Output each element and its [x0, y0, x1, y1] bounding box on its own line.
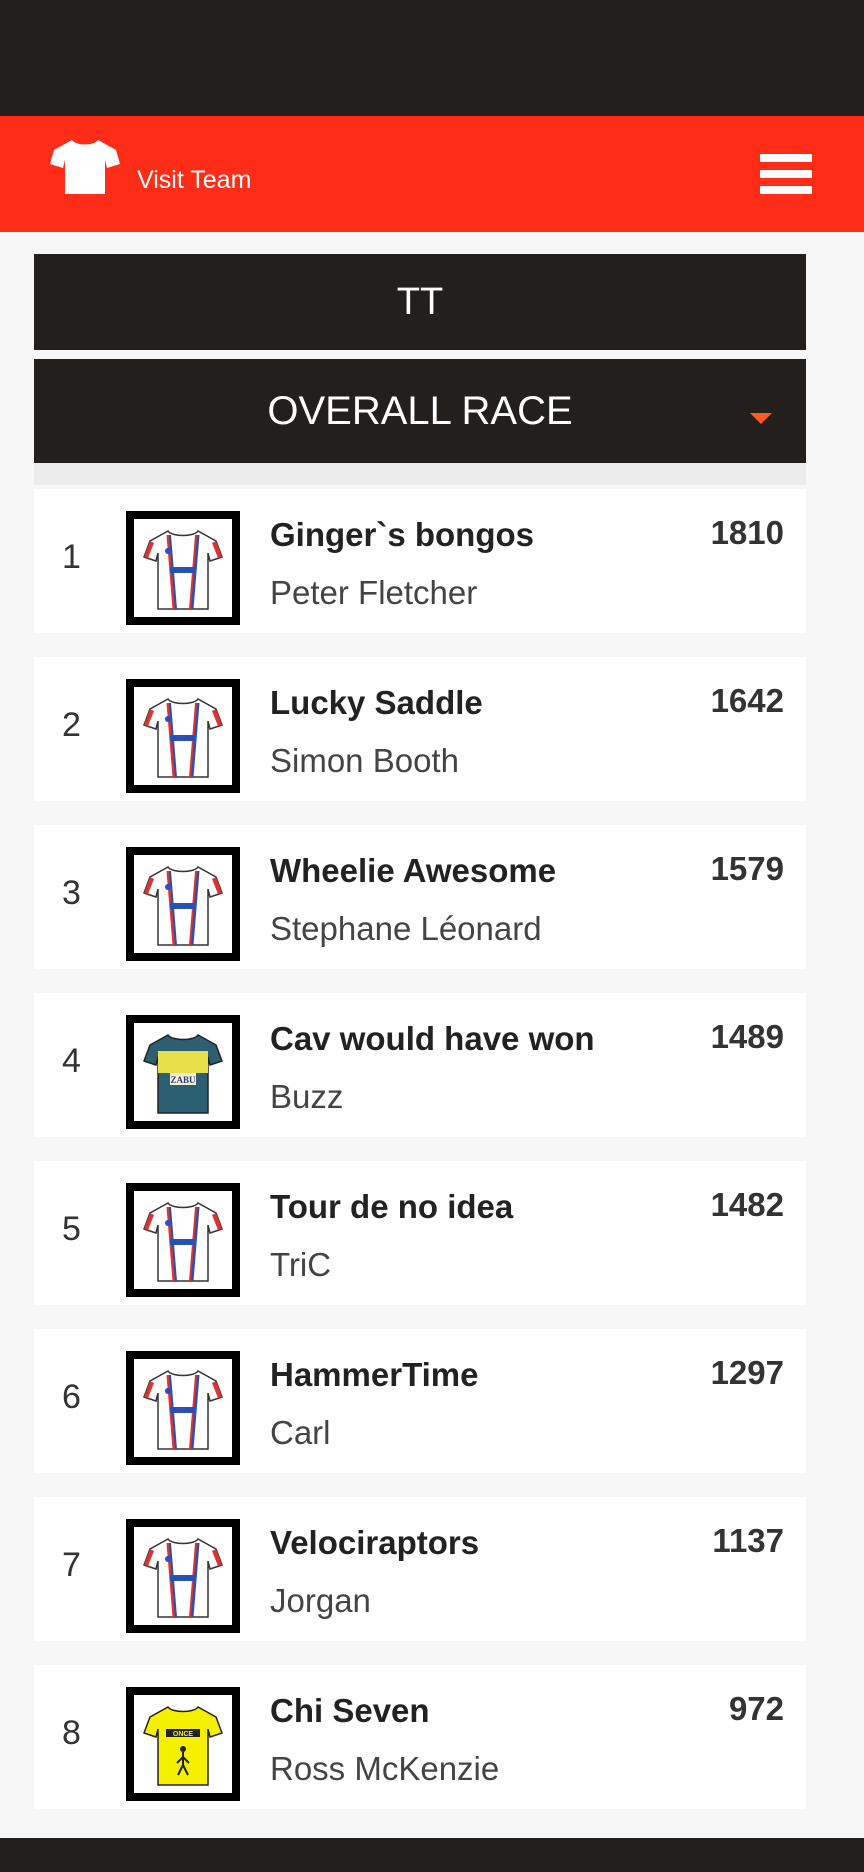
jersey-icon — [142, 1369, 224, 1451]
jersey-icon — [142, 1537, 224, 1619]
standings-row[interactable]: 2 Lucky Saddle Simon Booth 1642 — [34, 657, 806, 801]
points: 972 — [728, 1690, 784, 1727]
team-name: Cav would have won — [270, 1020, 595, 1057]
jersey-icon — [142, 865, 224, 947]
manager-name: Carl — [270, 1414, 331, 1451]
team-name: Chi Seven — [270, 1692, 430, 1729]
jersey-icon — [143, 1034, 223, 1114]
team-name: Lucky Saddle — [270, 684, 483, 721]
points: 1489 — [710, 1018, 784, 1055]
rank: 1 — [62, 538, 81, 576]
rank: 7 — [62, 1546, 81, 1584]
points: 1137 — [712, 1522, 784, 1559]
visit-team-link[interactable]: Visit Team — [137, 165, 251, 195]
rank: 6 — [62, 1378, 81, 1416]
team-jersey-image — [126, 1351, 240, 1465]
team-jersey-image — [126, 679, 240, 793]
team-jersey-image — [126, 511, 240, 625]
standings-row[interactable]: 8 Chi Seven Ross McKenzie 972 — [34, 1665, 806, 1809]
points: 1642 — [710, 682, 784, 719]
manager-name: Peter Fletcher — [270, 574, 478, 611]
standings-row[interactable]: 1 Ginger`s bongos Peter Fletcher 1810 — [34, 489, 806, 633]
manager-name: TriC — [270, 1246, 332, 1283]
team-jersey-image — [126, 1687, 240, 1801]
rank: 3 — [62, 874, 81, 912]
team-jersey-image — [126, 847, 240, 961]
team-name: Velociraptors — [270, 1524, 480, 1561]
points: 1579 — [710, 850, 784, 887]
team-name: Tour de no idea — [270, 1188, 514, 1225]
team-name: Wheelie Awesome — [270, 852, 557, 889]
manager-name: Simon Booth — [270, 742, 459, 779]
rank: 2 — [62, 706, 81, 744]
list-spacer — [34, 463, 806, 485]
tab-tt[interactable]: TT — [34, 254, 806, 350]
team-jersey-image — [126, 1519, 240, 1633]
team-jersey-image — [126, 1183, 240, 1297]
rank: 5 — [62, 1210, 81, 1248]
hamburger-menu-icon[interactable] — [760, 154, 812, 194]
race-select-dropdown[interactable]: OVERALL RACE — [34, 359, 806, 463]
jersey-icon — [142, 697, 224, 779]
team-name: HammerTime — [270, 1356, 479, 1393]
race-select-value: OVERALL RACE — [267, 389, 573, 433]
manager-name: Buzz — [270, 1078, 344, 1115]
standings-row[interactable]: 7 Velociraptors Jorgan 1137 — [34, 1497, 806, 1641]
shirt-icon[interactable] — [50, 138, 120, 196]
points: 1297 — [710, 1354, 784, 1391]
jersey-icon — [143, 1706, 223, 1786]
caret-down-icon — [750, 413, 772, 424]
rank: 4 — [62, 1042, 81, 1080]
rank: 8 — [62, 1714, 81, 1752]
team-jersey-image — [126, 1015, 240, 1129]
standings-row[interactable]: 4 Cav would have won Buzz 1489 — [34, 993, 806, 1137]
jersey-icon — [142, 1201, 224, 1283]
standings-row[interactable]: 5 Tour de no idea TriC 1482 — [34, 1161, 806, 1305]
points: 1810 — [710, 514, 784, 551]
team-name: Ginger`s bongos — [270, 516, 534, 553]
bottom-bar — [0, 1838, 864, 1872]
top-nav-bar: Visit Team — [0, 116, 864, 232]
status-bar — [0, 0, 864, 116]
manager-name: Ross McKenzie — [270, 1750, 500, 1787]
jersey-icon — [142, 529, 224, 611]
manager-name: Jorgan — [270, 1582, 371, 1619]
manager-name: Stephane Léonard — [270, 910, 542, 947]
points: 1482 — [710, 1186, 784, 1223]
standings-row[interactable]: 6 HammerTime Carl 1297 — [34, 1329, 806, 1473]
standings-row[interactable]: 3 Wheelie Awesome Stephane Léonard 1579 — [34, 825, 806, 969]
